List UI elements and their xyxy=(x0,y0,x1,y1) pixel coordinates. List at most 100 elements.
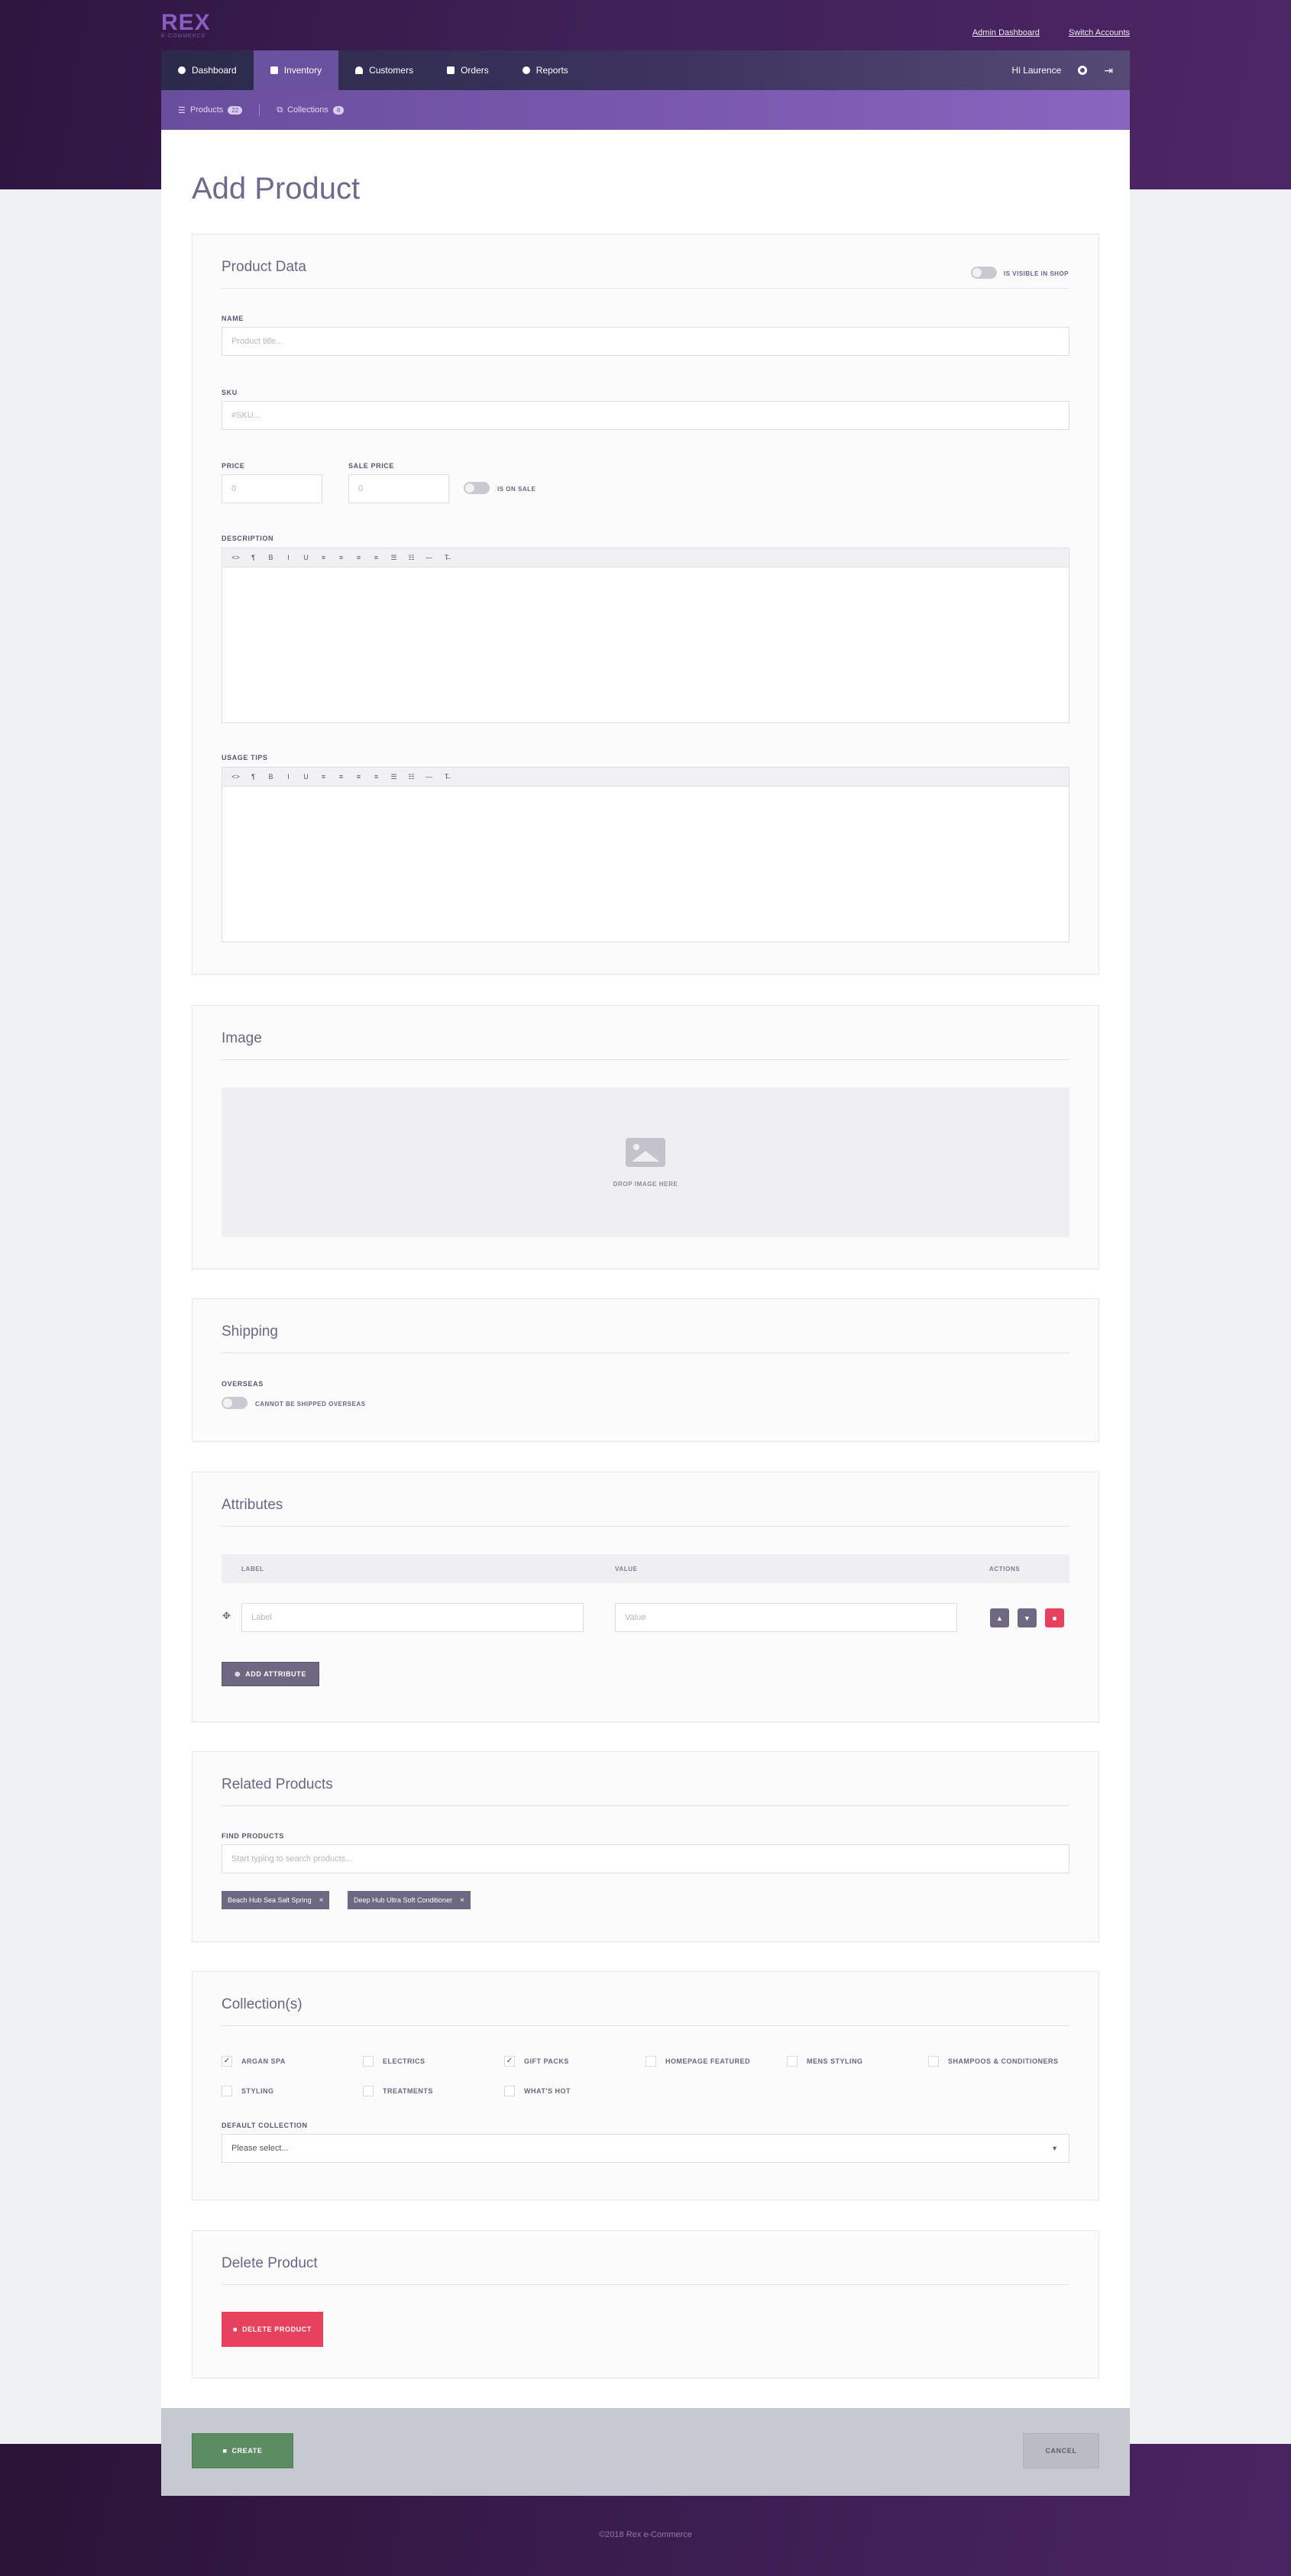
checkbox[interactable] xyxy=(928,2056,939,2067)
description-editor[interactable]: <> ¶ B I U ≡ ≡ ≡ ≡ ☰ ☷ — T̶ xyxy=(222,548,1069,723)
delete-product-button[interactable]: ■ DELETE PRODUCT xyxy=(222,2312,323,2347)
collection-checkbox-gift-packs[interactable]: ✓ GIFT PACKS xyxy=(504,2056,569,2067)
form-actions-bar: ■ CREATE CANCEL xyxy=(161,2408,1130,2496)
underline-button[interactable]: U xyxy=(297,554,315,561)
add-attribute-button[interactable]: ⊕ ADD ATTRIBUTE xyxy=(222,1662,319,1686)
paragraph-button[interactable]: ¶ xyxy=(244,773,262,781)
align-right-button[interactable]: ≡ xyxy=(350,773,367,781)
drag-handle-icon[interactable]: ✥ xyxy=(222,1610,231,1622)
trash-icon: ■ xyxy=(233,2326,238,2333)
truck-icon xyxy=(447,66,455,74)
visible-in-shop-toggle[interactable] xyxy=(971,267,997,279)
bold-button[interactable]: B xyxy=(262,554,280,561)
checkbox[interactable] xyxy=(646,2056,656,2067)
product-search-input[interactable]: Start typing to search products... xyxy=(222,1844,1069,1873)
collection-checkbox-electrics[interactable]: ELECTRICS xyxy=(363,2056,425,2067)
justify-button[interactable]: ≡ xyxy=(367,554,385,561)
bold-button[interactable]: B xyxy=(262,773,280,781)
nav-label: Orders xyxy=(461,65,489,76)
checkbox[interactable] xyxy=(222,2086,232,2096)
logout-icon[interactable]: ⇥ xyxy=(1104,64,1113,77)
hr-button[interactable]: — xyxy=(420,773,438,781)
checkbox[interactable] xyxy=(504,2086,515,2096)
price-input[interactable]: 0 xyxy=(222,474,322,503)
checkbox[interactable]: ✓ xyxy=(504,2056,515,2067)
checkbox[interactable] xyxy=(363,2086,374,2096)
name-label: NAME xyxy=(222,315,244,322)
paragraph-button[interactable]: ¶ xyxy=(244,554,262,561)
subnav-collections[interactable]: ⧉ Collections 8 xyxy=(277,105,345,115)
default-collection-label: DEFAULT COLLECTION xyxy=(222,2122,308,2129)
collection-checkbox-treatments[interactable]: TREATMENTS xyxy=(363,2086,433,2096)
column-header-actions: ACTIONS xyxy=(989,1566,1021,1572)
on-sale-toggle[interactable] xyxy=(464,482,490,494)
checkbox[interactable] xyxy=(363,2056,374,2067)
card-title: Shipping xyxy=(222,1324,278,1340)
divider xyxy=(222,1526,1069,1527)
align-left-button[interactable]: ≡ xyxy=(315,554,332,561)
justify-button[interactable]: ≡ xyxy=(367,773,385,781)
nav-item-dashboard[interactable]: Dashboard xyxy=(161,50,254,90)
nav-item-orders[interactable]: Orders xyxy=(430,50,506,90)
image-dropzone[interactable]: DROP IMAGE HERE xyxy=(222,1088,1069,1237)
main-panel: Add Product Product Data IS VISIBLE IN S… xyxy=(161,130,1130,2408)
align-left-button[interactable]: ≡ xyxy=(315,773,332,781)
toggle-label: IS ON SALE xyxy=(497,486,536,493)
italic-button[interactable]: I xyxy=(280,773,297,781)
nav-item-customers[interactable]: Customers xyxy=(338,50,430,90)
name-input[interactable]: Product title... xyxy=(222,327,1069,356)
usage-tips-editor[interactable]: <> ¶ B I U ≡ ≡ ≡ ≡ ☰ ☷ — T̶ xyxy=(222,767,1069,942)
bullet-list-button[interactable]: ☰ xyxy=(385,554,403,562)
logo[interactable]: REX E-COMMERCE xyxy=(161,11,211,40)
default-collection-select[interactable]: Please select... ▼ xyxy=(222,2134,1069,2163)
align-center-button[interactable]: ≡ xyxy=(332,554,350,561)
collection-icon: ⧉ xyxy=(277,105,283,115)
collection-checkbox-mens-styling[interactable]: MENS STYLING xyxy=(787,2056,863,2067)
attribute-value-input[interactable]: Value xyxy=(615,1603,957,1632)
ordered-list-button[interactable]: ☷ xyxy=(403,773,420,781)
switch-accounts-link[interactable]: Switch Accounts xyxy=(1069,28,1130,37)
align-center-button[interactable]: ≡ xyxy=(332,773,350,781)
nav-item-reports[interactable]: Reports xyxy=(506,50,585,90)
overseas-toggle[interactable] xyxy=(222,1397,248,1409)
remove-tag-icon[interactable]: × xyxy=(319,1896,324,1905)
description-label: DESCRIPTION xyxy=(222,535,274,542)
collection-checkbox-homepage-featured[interactable]: HOMEPAGE FEATURED xyxy=(646,2056,750,2067)
ordered-list-button[interactable]: ☷ xyxy=(403,554,420,562)
collection-checkbox-argan-spa[interactable]: ✓ ARGAN SPA xyxy=(222,2056,286,2067)
collection-checkbox-whats-hot[interactable]: WHAT'S HOT xyxy=(504,2086,571,2096)
admin-dashboard-link[interactable]: Admin Dashboard xyxy=(972,28,1040,37)
italic-button[interactable]: I xyxy=(280,554,297,561)
clear-format-button[interactable]: T̶ xyxy=(438,554,455,561)
create-button[interactable]: ■ CREATE xyxy=(192,2433,293,2468)
dashboard-icon xyxy=(178,66,186,74)
card-title: Product Data xyxy=(222,259,306,275)
gear-icon[interactable] xyxy=(1078,66,1088,75)
related-products-card: Related Products FIND PRODUCTS Start typ… xyxy=(192,1751,1099,1942)
shipping-card: Shipping OVERSEAS CANNOT BE SHIPPED OVER… xyxy=(192,1298,1099,1442)
checkbox[interactable]: ✓ xyxy=(222,2056,232,2067)
select-value: Please select... xyxy=(231,2144,289,2153)
cancel-button[interactable]: CANCEL xyxy=(1023,2433,1099,2468)
product-data-card: Product Data IS VISIBLE IN SHOP NAME Pro… xyxy=(192,234,1099,974)
underline-button[interactable]: U xyxy=(297,773,315,781)
delete-attribute-button[interactable]: ■ xyxy=(1045,1608,1064,1627)
nav-item-inventory[interactable]: Inventory xyxy=(253,50,339,90)
collection-checkbox-styling[interactable]: STYLING xyxy=(222,2086,274,2096)
move-down-button[interactable]: ▼ xyxy=(1018,1608,1037,1627)
subnav-products[interactable]: ☰ Products 22 xyxy=(178,105,243,115)
align-right-button[interactable]: ≡ xyxy=(350,554,367,561)
clear-format-button[interactable]: T̶ xyxy=(438,773,455,781)
sku-input[interactable]: #SKU... xyxy=(222,401,1069,430)
attribute-label-input[interactable]: Label xyxy=(241,1603,584,1632)
code-view-button[interactable]: <> xyxy=(227,773,244,781)
remove-tag-icon[interactable]: × xyxy=(460,1896,464,1905)
user-greeting[interactable]: Hi Laurence xyxy=(1012,65,1062,76)
checkbox[interactable] xyxy=(787,2056,798,2067)
sale-price-input[interactable]: 0 xyxy=(348,474,449,503)
move-up-button[interactable]: ▲ xyxy=(990,1608,1009,1627)
hr-button[interactable]: — xyxy=(420,554,438,561)
collection-checkbox-shampoos[interactable]: SHAMPOOS & CONDITIONERS xyxy=(928,2056,1059,2067)
code-view-button[interactable]: <> xyxy=(227,554,244,561)
bullet-list-button[interactable]: ☰ xyxy=(385,773,403,781)
